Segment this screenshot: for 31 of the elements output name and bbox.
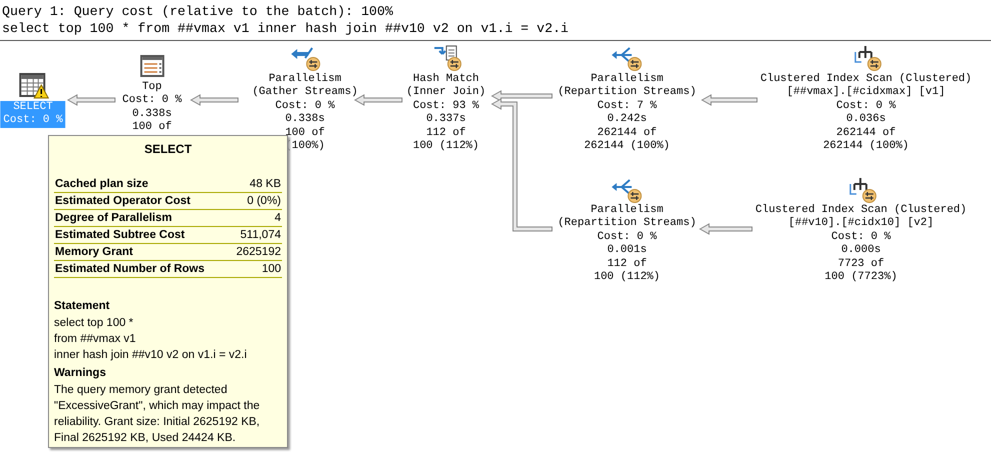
property-name: Degree of Parallelism xyxy=(54,210,228,226)
operator-label[interactable]: Parallelism (Repartition Streams) Cost: 0 % 0.001s 112 of 100 (112%) xyxy=(556,204,698,284)
flow-arrow xyxy=(66,94,116,106)
statement-line: select top 100 * xyxy=(54,316,134,331)
warning-text: The query memory grant detected "ExcessiveGrant", which may impact the reliability. Grant size: Initial 2625192 KB, Final 2625192 KB, Used 24424 KB. xyxy=(54,383,261,446)
property-name: Estimated Number of Rows xyxy=(54,260,228,278)
property-name: Estimated Subtree Cost xyxy=(54,226,228,244)
operator-label[interactable]: Parallelism (Repartition Streams) Cost: 7 % 0.242s 262144 of 262144 (100%) xyxy=(556,73,698,154)
property-name: Memory Grant xyxy=(54,244,228,260)
property-value: 2625192 xyxy=(228,244,282,260)
property-value: 0 (0%) xyxy=(228,192,282,210)
query-sql-text: select top 100 * from ##vmax v1 inner hash join ##v10 v2 on v1.i = v2.i xyxy=(2,20,570,37)
flow-arrow xyxy=(700,94,758,106)
statement-line: from ##vmax v1 xyxy=(54,332,137,347)
operator-label[interactable]: Clustered Index Scan (Clustered) [##vmax].[#cidxmax] [v1] Cost: 0 % 0.036s 262144 of 262144 (100%) xyxy=(758,73,974,154)
operator-label[interactable]: Hash Match (Inner Join) Cost: 93 % 0.337s 112 of 100 (112%) xyxy=(404,73,488,154)
tooltip-title: SELECT xyxy=(143,142,193,156)
query-cost-title: Query 1: Query cost (relative to the batch): 100% xyxy=(2,3,394,20)
property-value: 511,074 xyxy=(228,226,282,244)
warnings-heading: Warnings xyxy=(54,366,107,381)
statement-line: inner hash join ##v10 v2 on v1.i = v2.i xyxy=(54,348,248,363)
property-name: Cached plan size xyxy=(54,176,228,192)
flow-arrow xyxy=(698,223,752,235)
operator-label[interactable]: Top Cost: 0 % 0.338s 100 of xyxy=(120,81,184,135)
property-value: 100 xyxy=(228,260,282,278)
flow-arrow xyxy=(190,94,238,106)
property-value: 4 xyxy=(228,210,282,226)
operator-label[interactable]: Clustered Index Scan (Clustered) [##v10].[#cidx10] [v2] Cost: 0 % 0.000s 7723 of 100 (7723%) xyxy=(753,204,969,284)
statement-heading: Statement xyxy=(54,299,111,314)
property-name: Estimated Operator Cost xyxy=(54,192,228,210)
property-value: 48 KB xyxy=(228,176,282,192)
